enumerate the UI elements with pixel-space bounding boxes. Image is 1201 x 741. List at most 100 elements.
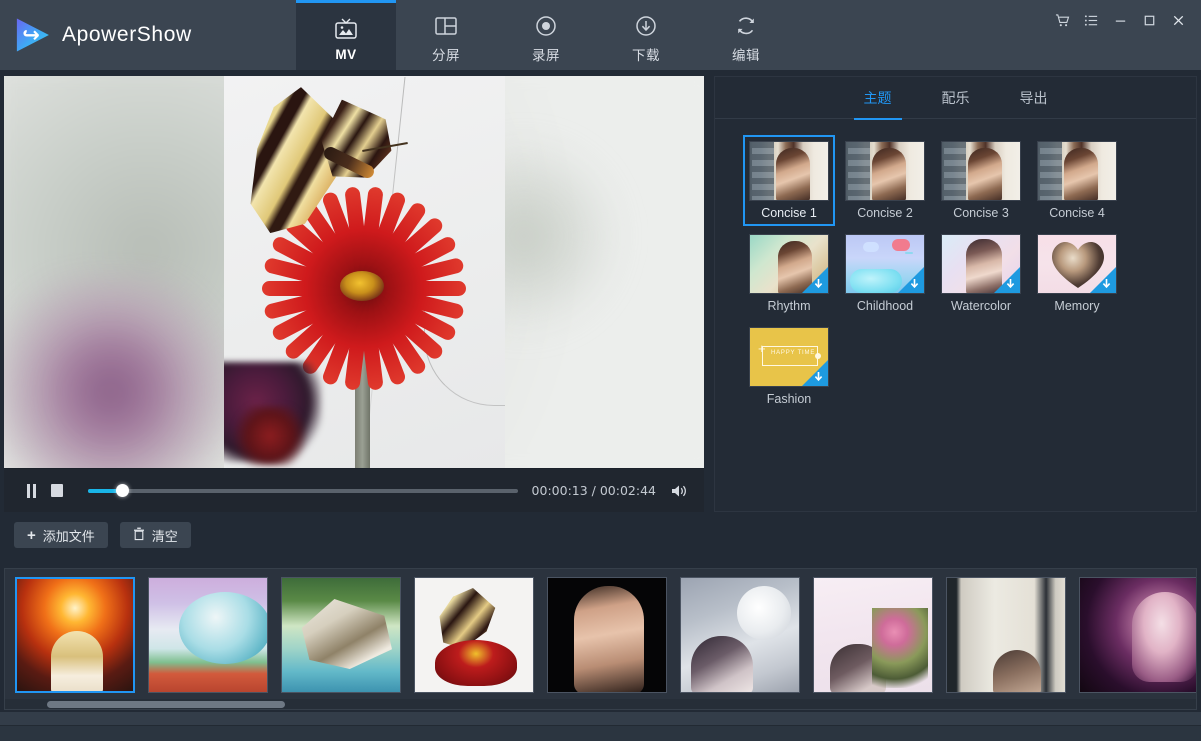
theme-item[interactable]: Childhood xyxy=(845,234,925,313)
brand: ↪ ApowerShow xyxy=(0,0,296,70)
media-strip-scrollbar[interactable] xyxy=(5,699,1196,709)
eagle-thumbnail xyxy=(282,578,400,692)
apowershow-window: ↪ ApowerShow MV xyxy=(0,0,1201,741)
media-thumbnail[interactable] xyxy=(148,577,268,693)
tab-split-screen-label: 分屏 xyxy=(432,44,460,64)
theme-item[interactable]: Concise 2 xyxy=(845,141,925,220)
clear-label: 清空 xyxy=(152,526,178,545)
list-menu-icon[interactable] xyxy=(1077,8,1106,32)
theme-item[interactable]: Memory xyxy=(1037,234,1117,313)
tab-soundtrack-label: 配乐 xyxy=(942,88,970,108)
maximize-icon[interactable] xyxy=(1135,8,1164,32)
clear-button[interactable]: 清空 xyxy=(120,522,191,548)
theme-item[interactable]: Watercolor xyxy=(941,234,1021,313)
tv-icon xyxy=(332,16,360,42)
add-file-button[interactable]: + 添加文件 xyxy=(14,522,108,548)
theme-thumbnail xyxy=(749,141,829,201)
media-thumbnail[interactable] xyxy=(281,577,401,693)
record-circle-icon xyxy=(532,13,560,39)
preview-blurred-backdrop-accent xyxy=(4,276,254,468)
tab-record-screen[interactable]: 录屏 xyxy=(496,0,596,70)
close-icon[interactable] xyxy=(1164,8,1193,32)
theme-thumbnail: +HAPPY TIME xyxy=(749,327,829,387)
tab-theme-label: 主题 xyxy=(864,88,892,108)
theme-art xyxy=(1038,142,1116,200)
download-circle-icon xyxy=(632,13,660,39)
theme-label: Concise 2 xyxy=(845,206,925,220)
media-thumbnail[interactable] xyxy=(813,577,933,693)
seek-bar[interactable] xyxy=(88,480,518,502)
theme-item[interactable]: Rhythm xyxy=(749,234,829,313)
right-panel-tab-bar: 主题 配乐 导出 xyxy=(715,77,1196,119)
theme-grid: Concise 1 Concise 2 Concise 3 Concise 4 Rhyt… xyxy=(715,119,1196,406)
stop-button[interactable] xyxy=(44,478,70,504)
window-girl-thumbnail xyxy=(947,578,1065,692)
theme-item[interactable]: Concise 3 xyxy=(941,141,1021,220)
preview-photo xyxy=(224,76,505,468)
fashion-dot xyxy=(815,353,821,359)
media-strip xyxy=(4,568,1197,710)
media-thumbnail[interactable] xyxy=(1079,577,1196,693)
fire-angel-thumbnail xyxy=(17,579,133,691)
video-preview[interactable] xyxy=(4,76,704,468)
timecode: 00:00:13 / 00:02:44 xyxy=(532,483,656,498)
portrait-dark-thumbnail xyxy=(548,578,666,692)
app-title: ApowerShow xyxy=(62,23,192,47)
minimize-icon[interactable] xyxy=(1106,8,1135,32)
theme-art xyxy=(942,142,1020,200)
plus-icon: + xyxy=(27,528,36,543)
fashion-caption-box: HAPPY TIME xyxy=(762,346,818,366)
pause-button[interactable] xyxy=(18,478,44,504)
file-actions: + 添加文件 清空 xyxy=(14,522,191,548)
tab-download[interactable]: 下载 xyxy=(596,0,696,70)
fashion-caption: HAPPY TIME xyxy=(771,350,815,356)
tab-export[interactable]: 导出 xyxy=(1016,77,1052,119)
media-thumbnail[interactable] xyxy=(15,577,135,693)
volume-icon[interactable] xyxy=(668,480,690,502)
theme-thumbnail xyxy=(1037,234,1117,294)
theme-thumbnail xyxy=(749,234,829,294)
split-screen-icon xyxy=(432,13,460,39)
theme-label: Memory xyxy=(1037,299,1117,313)
theme-label: Concise 3 xyxy=(941,206,1021,220)
tab-mv-label: MV xyxy=(335,47,356,62)
theme-label: Watercolor xyxy=(941,299,1021,313)
butterfly-flower-thumbnail xyxy=(415,578,533,692)
cart-icon[interactable] xyxy=(1048,8,1077,32)
player-controls: 00:00:13 / 00:02:44 xyxy=(4,468,704,512)
media-thumbnail[interactable] xyxy=(547,577,667,693)
theme-art xyxy=(750,142,828,200)
tab-split-screen[interactable]: 分屏 xyxy=(396,0,496,70)
flower-girl-thumbnail xyxy=(814,578,932,692)
purple-smoke-thumbnail xyxy=(1080,578,1196,692)
theme-label: Concise 1 xyxy=(749,206,829,220)
trash-icon xyxy=(133,527,145,544)
tab-soundtrack[interactable]: 配乐 xyxy=(938,77,974,119)
media-thumbnail[interactable] xyxy=(946,577,1066,693)
app-logo-icon: ↪ xyxy=(14,17,50,53)
media-thumbnail[interactable] xyxy=(680,577,800,693)
theme-thumbnail xyxy=(941,141,1021,201)
tab-record-screen-label: 录屏 xyxy=(532,44,560,64)
tab-export-label: 导出 xyxy=(1020,88,1048,108)
taskbar xyxy=(0,725,1201,741)
media-strip-items xyxy=(5,569,1196,701)
tab-theme[interactable]: 主题 xyxy=(860,77,896,119)
add-file-label: 添加文件 xyxy=(43,526,95,545)
theme-thumbnail xyxy=(1037,141,1117,201)
media-strip-scroll-thumb[interactable] xyxy=(47,701,285,708)
theme-thumbnail xyxy=(845,141,925,201)
theme-label: Rhythm xyxy=(749,299,829,313)
tab-edit-label: 编辑 xyxy=(732,44,760,64)
butterfly-graphic xyxy=(238,84,408,244)
media-thumbnail[interactable] xyxy=(414,577,534,693)
tab-edit[interactable]: 编辑 xyxy=(696,0,796,70)
theme-item[interactable]: Concise 1 xyxy=(749,141,829,220)
seek-handle[interactable] xyxy=(116,484,129,497)
theme-item[interactable]: Concise 4 xyxy=(1037,141,1117,220)
theme-art xyxy=(846,142,924,200)
tulip-planet-thumbnail xyxy=(149,578,267,692)
theme-item[interactable]: +HAPPY TIMEFashion xyxy=(749,327,829,406)
tab-mv[interactable]: MV xyxy=(296,0,396,70)
moon-girl-thumbnail xyxy=(681,578,799,692)
